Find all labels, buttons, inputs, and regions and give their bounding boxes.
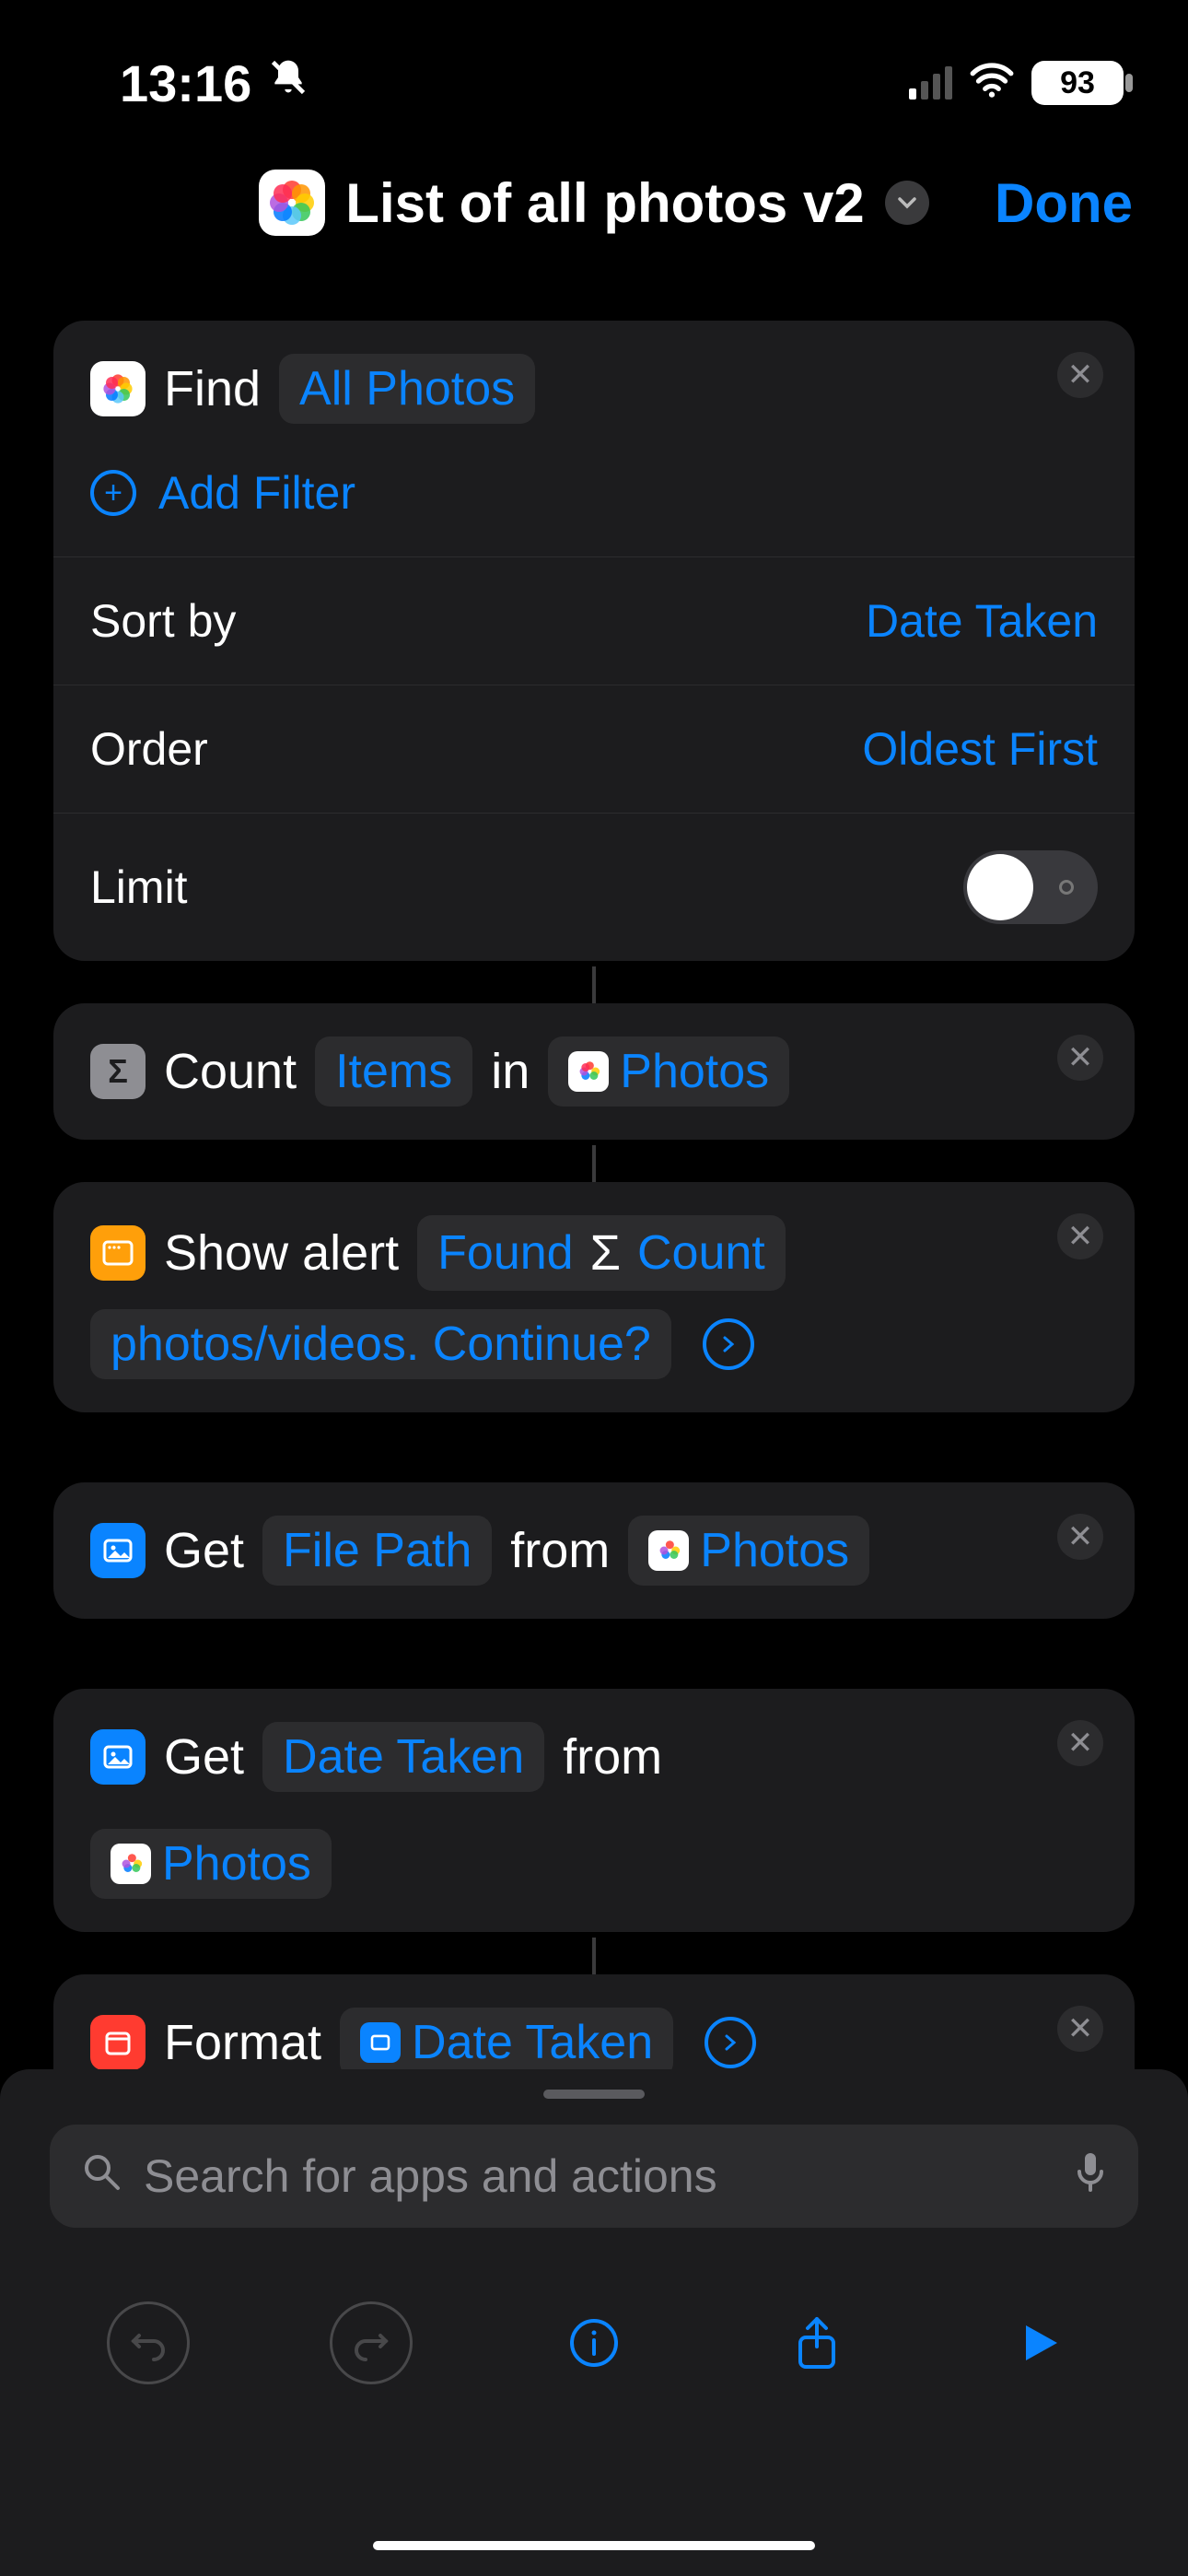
input-variable[interactable]: Photos bbox=[90, 1829, 332, 1899]
delete-action-button[interactable]: ✕ bbox=[1057, 2006, 1103, 2052]
cellular-icon bbox=[909, 66, 952, 100]
action-get-file-path[interactable]: ✕ Get File Path from bbox=[53, 1482, 1135, 1619]
search-placeholder: Search for apps and actions bbox=[144, 2149, 717, 2203]
detail-token[interactable]: Date Taken bbox=[262, 1722, 544, 1792]
input-variable[interactable]: Date Taken bbox=[340, 2008, 673, 2069]
info-button[interactable] bbox=[553, 2301, 635, 2384]
redo-button[interactable] bbox=[330, 2301, 413, 2384]
count-input-variable[interactable]: Photos bbox=[548, 1036, 789, 1107]
editor-toolbar bbox=[0, 2301, 1188, 2384]
connector-line bbox=[53, 966, 1135, 1003]
find-source-token[interactable]: All Photos bbox=[279, 354, 535, 424]
dnd-icon bbox=[268, 57, 309, 109]
shortcut-title[interactable]: List of all photos v2 bbox=[345, 171, 864, 235]
in-label: in bbox=[491, 1043, 530, 1100]
wifi-icon bbox=[969, 58, 1015, 108]
actions-list: ✕ Find All Photos bbox=[0, 304, 1188, 2069]
action-title: Count bbox=[164, 1043, 297, 1100]
home-indicator[interactable] bbox=[373, 2541, 815, 2550]
grabber-handle[interactable] bbox=[543, 2090, 645, 2099]
connector-line bbox=[53, 1145, 1135, 1182]
photos-icon bbox=[111, 1844, 151, 1884]
show-more-icon[interactable] bbox=[705, 2017, 756, 2068]
image-icon bbox=[90, 1523, 146, 1578]
sort-by-row[interactable]: Sort by Date Taken bbox=[53, 556, 1135, 685]
input-variable[interactable]: Photos bbox=[628, 1516, 869, 1586]
share-button[interactable] bbox=[775, 2301, 858, 2384]
photos-icon bbox=[90, 361, 146, 416]
window-icon bbox=[90, 1225, 146, 1281]
plus-icon: + bbox=[90, 470, 136, 516]
sigma-icon: Σ bbox=[590, 1224, 621, 1282]
action-get-date-taken[interactable]: ✕ Get Date Taken from bbox=[53, 1689, 1135, 1932]
search-icon bbox=[81, 2149, 122, 2203]
photos-icon bbox=[568, 1051, 609, 1092]
limit-toggle[interactable] bbox=[963, 850, 1098, 924]
image-icon bbox=[360, 2022, 401, 2063]
nav-header: List of all photos v2 Done bbox=[0, 147, 1188, 258]
action-title: Get bbox=[164, 1728, 244, 1786]
title-menu-button[interactable] bbox=[885, 181, 929, 225]
delete-action-button[interactable]: ✕ bbox=[1057, 1035, 1103, 1081]
bottom-panel: Search for apps and actions bbox=[0, 2069, 1188, 2576]
from-label: from bbox=[510, 1522, 610, 1579]
show-more-icon[interactable] bbox=[703, 1318, 754, 1370]
done-button[interactable]: Done bbox=[995, 171, 1133, 235]
undo-button[interactable] bbox=[107, 2301, 190, 2384]
action-title: Format bbox=[164, 2014, 321, 2069]
count-type-token[interactable]: Items bbox=[315, 1036, 472, 1107]
action-find-photos[interactable]: ✕ Find All Photos bbox=[53, 321, 1135, 961]
add-filter-button[interactable]: + Add Filter bbox=[53, 457, 1135, 556]
action-count[interactable]: ✕ Σ Count Items in bbox=[53, 1003, 1135, 1140]
alert-message-field-cont[interactable]: photos/videos. Continue? bbox=[90, 1309, 671, 1379]
delete-action-button[interactable]: ✕ bbox=[1057, 1213, 1103, 1259]
action-title: Show alert bbox=[164, 1224, 399, 1282]
sigma-icon: Σ bbox=[90, 1044, 146, 1099]
delete-action-button[interactable]: ✕ bbox=[1057, 352, 1103, 398]
action-search-field[interactable]: Search for apps and actions bbox=[50, 2125, 1138, 2228]
delete-action-button[interactable]: ✕ bbox=[1057, 1514, 1103, 1560]
limit-row: Limit bbox=[53, 813, 1135, 961]
connector-line bbox=[53, 1938, 1135, 1974]
detail-token[interactable]: File Path bbox=[262, 1516, 492, 1586]
run-button[interactable] bbox=[998, 2301, 1081, 2384]
action-format-date[interactable]: ✕ Format Date Taken bbox=[53, 1974, 1135, 2069]
from-label: from bbox=[563, 1728, 662, 1786]
photos-icon bbox=[648, 1530, 689, 1571]
delete-action-button[interactable]: ✕ bbox=[1057, 1720, 1103, 1766]
action-title: Get bbox=[164, 1522, 244, 1579]
action-title: Find bbox=[164, 360, 261, 417]
status-time: 13:16 bbox=[120, 53, 251, 113]
calendar-icon bbox=[90, 2015, 146, 2069]
status-bar: 13:16 93 bbox=[0, 0, 1188, 147]
alert-message-field[interactable]: Found Σ Count bbox=[417, 1215, 786, 1291]
action-show-alert[interactable]: ✕ Show alert Found Σ Count photos/videos… bbox=[53, 1182, 1135, 1412]
image-icon bbox=[90, 1729, 146, 1785]
photos-app-icon bbox=[259, 170, 325, 236]
battery-icon: 93 bbox=[1031, 61, 1124, 105]
order-row[interactable]: Order Oldest First bbox=[53, 685, 1135, 813]
dictate-icon[interactable] bbox=[1074, 2149, 1107, 2204]
